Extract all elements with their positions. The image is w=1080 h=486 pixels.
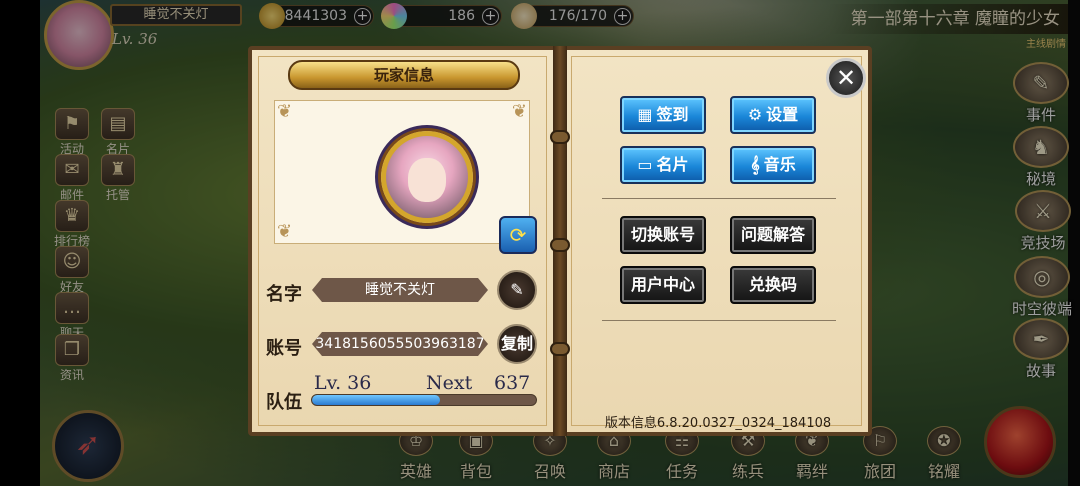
divider xyxy=(602,320,836,321)
player-portrait[interactable] xyxy=(381,131,473,223)
close-button[interactable]: ✕ xyxy=(826,58,866,98)
gear-icon: ⚙ xyxy=(747,105,763,124)
treble-clef-icon: 𝄞 xyxy=(750,155,760,174)
switch-account-button[interactable]: 切换账号 xyxy=(620,216,706,254)
settings-button[interactable]: ⚙ 设置 xyxy=(730,96,816,134)
version-info: 版本信息6.8.20.0327_0324_184108 xyxy=(604,416,832,431)
book-ring xyxy=(550,130,570,144)
namecard-label: 名片 xyxy=(656,155,689,174)
user-center-button[interactable]: 用户中心 xyxy=(620,266,706,304)
book-ring xyxy=(550,238,570,252)
redeem-code-button[interactable]: 兑换码 xyxy=(730,266,816,304)
right-page xyxy=(561,46,872,436)
corner-ornament-icon: ❦ xyxy=(277,101,293,122)
team-label: 队伍 xyxy=(266,392,302,413)
book-ring xyxy=(550,342,570,356)
name-label: 名字 xyxy=(266,284,302,305)
music-label: 音乐 xyxy=(763,155,796,174)
signin-label: 签到 xyxy=(656,105,689,124)
next-label: Next xyxy=(426,372,473,394)
corner-ornament-icon: ❦ xyxy=(277,221,293,242)
exp-progress-bar xyxy=(311,394,537,406)
copy-account-button[interactable]: 复制 xyxy=(497,324,537,364)
calendar-icon: ▦ xyxy=(637,105,653,124)
divider xyxy=(602,198,836,199)
corner-ornament-icon: ❦ xyxy=(511,101,527,122)
faq-button[interactable]: 问题解答 xyxy=(730,216,816,254)
rename-button[interactable]: ✎ xyxy=(497,270,537,310)
card-icon: ▭ xyxy=(637,155,653,174)
account-label: 账号 xyxy=(266,338,302,359)
dialog-title: 玩家信息 xyxy=(288,60,520,90)
account-id-field: 3418156055503963187 xyxy=(312,332,488,356)
player-name-field: 睡觉不关灯 xyxy=(312,278,488,302)
exp-progress-fill xyxy=(312,395,440,405)
music-button[interactable]: 𝄞 音乐 xyxy=(730,146,816,184)
team-level: Lv. 36 xyxy=(314,372,372,394)
portrait-frame: ❦ ❦ ❦ ❦ xyxy=(274,100,530,244)
player-info-dialog: 玩家信息 ❦ ❦ ❦ ❦ ⟳ 名字 睡觉不关灯 ✎ 账号 34181560555… xyxy=(248,46,872,436)
settings-label: 设置 xyxy=(766,105,799,124)
quill-edit-icon: ✎ xyxy=(510,280,524,299)
namecard-button[interactable]: ▭ 名片 xyxy=(620,146,706,184)
change-portrait-button[interactable]: ⟳ xyxy=(499,216,537,254)
signin-button[interactable]: ▦ 签到 xyxy=(620,96,706,134)
next-exp-value: 637 xyxy=(494,372,531,394)
portrait-face xyxy=(408,158,446,202)
